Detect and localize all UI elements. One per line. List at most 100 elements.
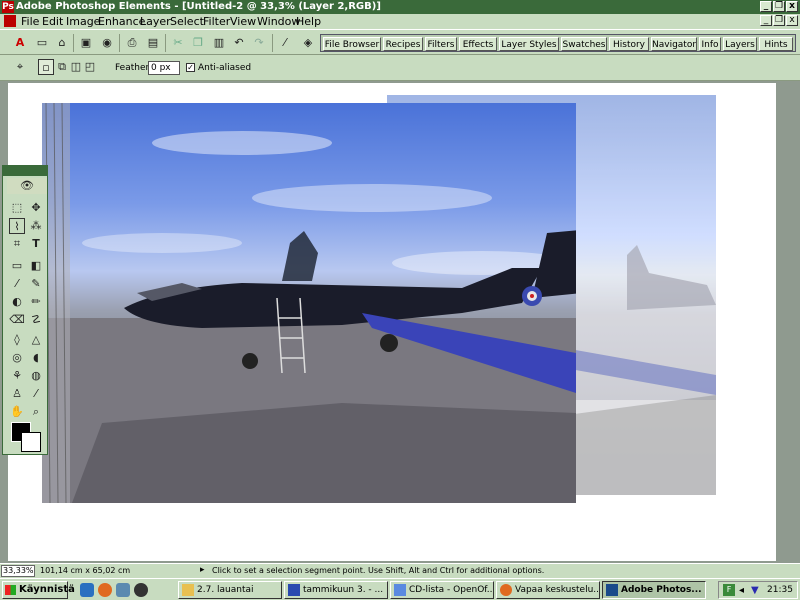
new-icon[interactable]: ▭ [34, 35, 50, 51]
doc-close-button[interactable]: x [786, 15, 798, 26]
media-player-icon[interactable] [134, 583, 148, 597]
firefox-icon [500, 584, 512, 596]
close-button[interactable]: x [786, 1, 798, 12]
menu-select[interactable]: Select [170, 15, 204, 28]
tab-navigator[interactable]: Navigator [651, 37, 697, 51]
task-firefox[interactable]: Vapaa keskustelu... [496, 581, 600, 599]
eye-icon[interactable]: 👁 [7, 178, 47, 194]
undo-icon[interactable]: ↶ [231, 35, 247, 51]
clock[interactable]: 21:35 [767, 582, 793, 598]
tab-recipes[interactable]: Recipes [383, 37, 423, 51]
task-openoffice[interactable]: CD-lista - OpenOf... [390, 581, 494, 599]
tab-layers[interactable]: Layers [723, 37, 757, 51]
pencil-icon[interactable]: ✎ [28, 276, 44, 292]
marquee-icon[interactable]: ⬚ [9, 200, 25, 216]
pencil-alt-icon[interactable]: ✏ [28, 294, 44, 310]
tab-swatches[interactable]: Swatches [561, 37, 607, 51]
clone-stamp-icon[interactable]: ◍ [28, 368, 44, 384]
paste-icon[interactable]: ▥ [211, 35, 227, 51]
toolbox-grip[interactable] [3, 166, 47, 176]
copy-icon[interactable]: ❐ [190, 35, 206, 51]
open-icon[interactable]: ⌂ [54, 35, 70, 51]
tab-hints[interactable]: Hints [759, 37, 793, 51]
print-icon[interactable]: ⎙ [124, 35, 140, 51]
menu-image[interactable]: Image [66, 15, 100, 28]
crop-icon[interactable]: ⌗ [9, 236, 25, 252]
type-icon[interactable]: T [28, 236, 44, 252]
rectangle-icon[interactable]: ▭ [9, 258, 25, 274]
menu-help[interactable]: Help [296, 15, 321, 28]
paint-bucket-icon[interactable]: ◐ [9, 294, 25, 310]
save-icon[interactable]: ▣ [78, 35, 94, 51]
new-selection-icon[interactable]: ▫ [38, 59, 54, 75]
ie-icon[interactable] [80, 583, 94, 597]
task-photoshop[interactable]: Adobe Photos... [602, 581, 706, 599]
menu-layer[interactable]: Layer [140, 15, 171, 28]
eyedropper-tool-icon[interactable]: ⁄ [28, 386, 44, 402]
start-button[interactable]: Käynnistä [2, 581, 75, 599]
tray-volume-icon[interactable]: ▼ [751, 583, 759, 599]
sponge-icon[interactable]: ◎ [9, 350, 25, 366]
task-word[interactable]: tammikuun 3. - ... [284, 581, 388, 599]
antialiased-checkbox[interactable]: ✓ [186, 63, 195, 72]
task-label: Vapaa keskustelu... [515, 585, 600, 595]
menu-enhance[interactable]: Enhance [98, 15, 145, 28]
zoom-field[interactable]: 33,33% [1, 565, 35, 577]
task-label: 2.7. lauantai [197, 585, 254, 595]
tab-file-browser[interactable]: File Browser [323, 37, 381, 51]
windows-flag-icon [5, 585, 16, 595]
menu-view[interactable]: View [230, 15, 256, 28]
status-arrow-icon[interactable]: ▸ [200, 565, 205, 575]
hand-icon[interactable]: ✋ [9, 404, 25, 420]
doc-minimize-button[interactable]: _ [760, 15, 772, 26]
doc-restore-button[interactable]: ❐ [773, 15, 785, 26]
tab-history[interactable]: History [609, 37, 649, 51]
status-bar: 33,33% 101,14 cm x 65,02 cm ▸ Click to s… [0, 563, 800, 578]
tray-keyboard-icon[interactable]: F [723, 584, 735, 596]
intersect-selection-icon[interactable]: ◰ [82, 59, 98, 75]
smudge-icon[interactable]: ☡ [28, 312, 44, 328]
document-icon[interactable] [4, 15, 16, 27]
menu-file[interactable]: File [21, 15, 39, 28]
eyedropper-icon[interactable]: ⁄ [277, 35, 293, 51]
menu-filter[interactable]: Filter [203, 15, 230, 28]
tray-network-icon[interactable]: ◂ [739, 583, 744, 599]
tab-filters[interactable]: Filters [425, 37, 457, 51]
feather-field[interactable]: 0 px [148, 61, 180, 75]
blur-icon[interactable]: ◊ [9, 332, 25, 348]
gradient-icon[interactable]: ◧ [28, 258, 44, 274]
cut-icon[interactable]: ✂ [170, 35, 186, 51]
zoom-icon[interactable]: ⌕ [28, 404, 44, 420]
sharpen-icon[interactable]: △ [28, 332, 44, 348]
lasso-icon[interactable]: ⌇ [9, 218, 25, 234]
menu-window[interactable]: Window [257, 15, 300, 28]
task-label: CD-lista - OpenOf... [409, 585, 494, 595]
red-eye-icon[interactable]: ⚘ [9, 368, 25, 384]
photoshop-icon [606, 584, 618, 596]
adobe-logo-icon[interactable]: A [12, 35, 28, 51]
firefox-quick-icon[interactable] [98, 583, 112, 597]
save-web-icon[interactable]: ◉ [99, 35, 115, 51]
magic-wand-icon[interactable]: ⁂ [28, 218, 44, 234]
word-icon [288, 584, 300, 596]
polygonal-lasso-icon[interactable]: ⌖ [12, 59, 28, 75]
redo-icon[interactable]: ↷ [251, 35, 267, 51]
brush-icon[interactable]: ⁄ [9, 276, 25, 292]
quick-fix-icon[interactable]: ◈ [300, 35, 316, 51]
move-icon[interactable]: ✥ [28, 200, 44, 216]
minimize-button[interactable]: _ [760, 1, 772, 12]
tab-info[interactable]: Info [699, 37, 721, 51]
tab-effects[interactable]: Effects [459, 37, 497, 51]
dodge-icon[interactable]: ◖ [28, 350, 44, 366]
stamp-icon[interactable]: ♙ [9, 386, 25, 402]
task-folder[interactable]: 2.7. lauantai [178, 581, 282, 599]
menu-edit[interactable]: Edit [42, 15, 63, 28]
openoffice-icon [394, 584, 406, 596]
background-color-swatch[interactable] [21, 432, 41, 452]
maximize-button[interactable]: ❐ [773, 1, 785, 12]
tab-layer-styles[interactable]: Layer Styles [499, 37, 559, 51]
print-preview-icon[interactable]: ▤ [145, 35, 161, 51]
messenger-icon[interactable] [116, 583, 130, 597]
eraser-icon[interactable]: ⌫ [9, 312, 25, 328]
layer-jet-photo[interactable] [42, 103, 576, 503]
